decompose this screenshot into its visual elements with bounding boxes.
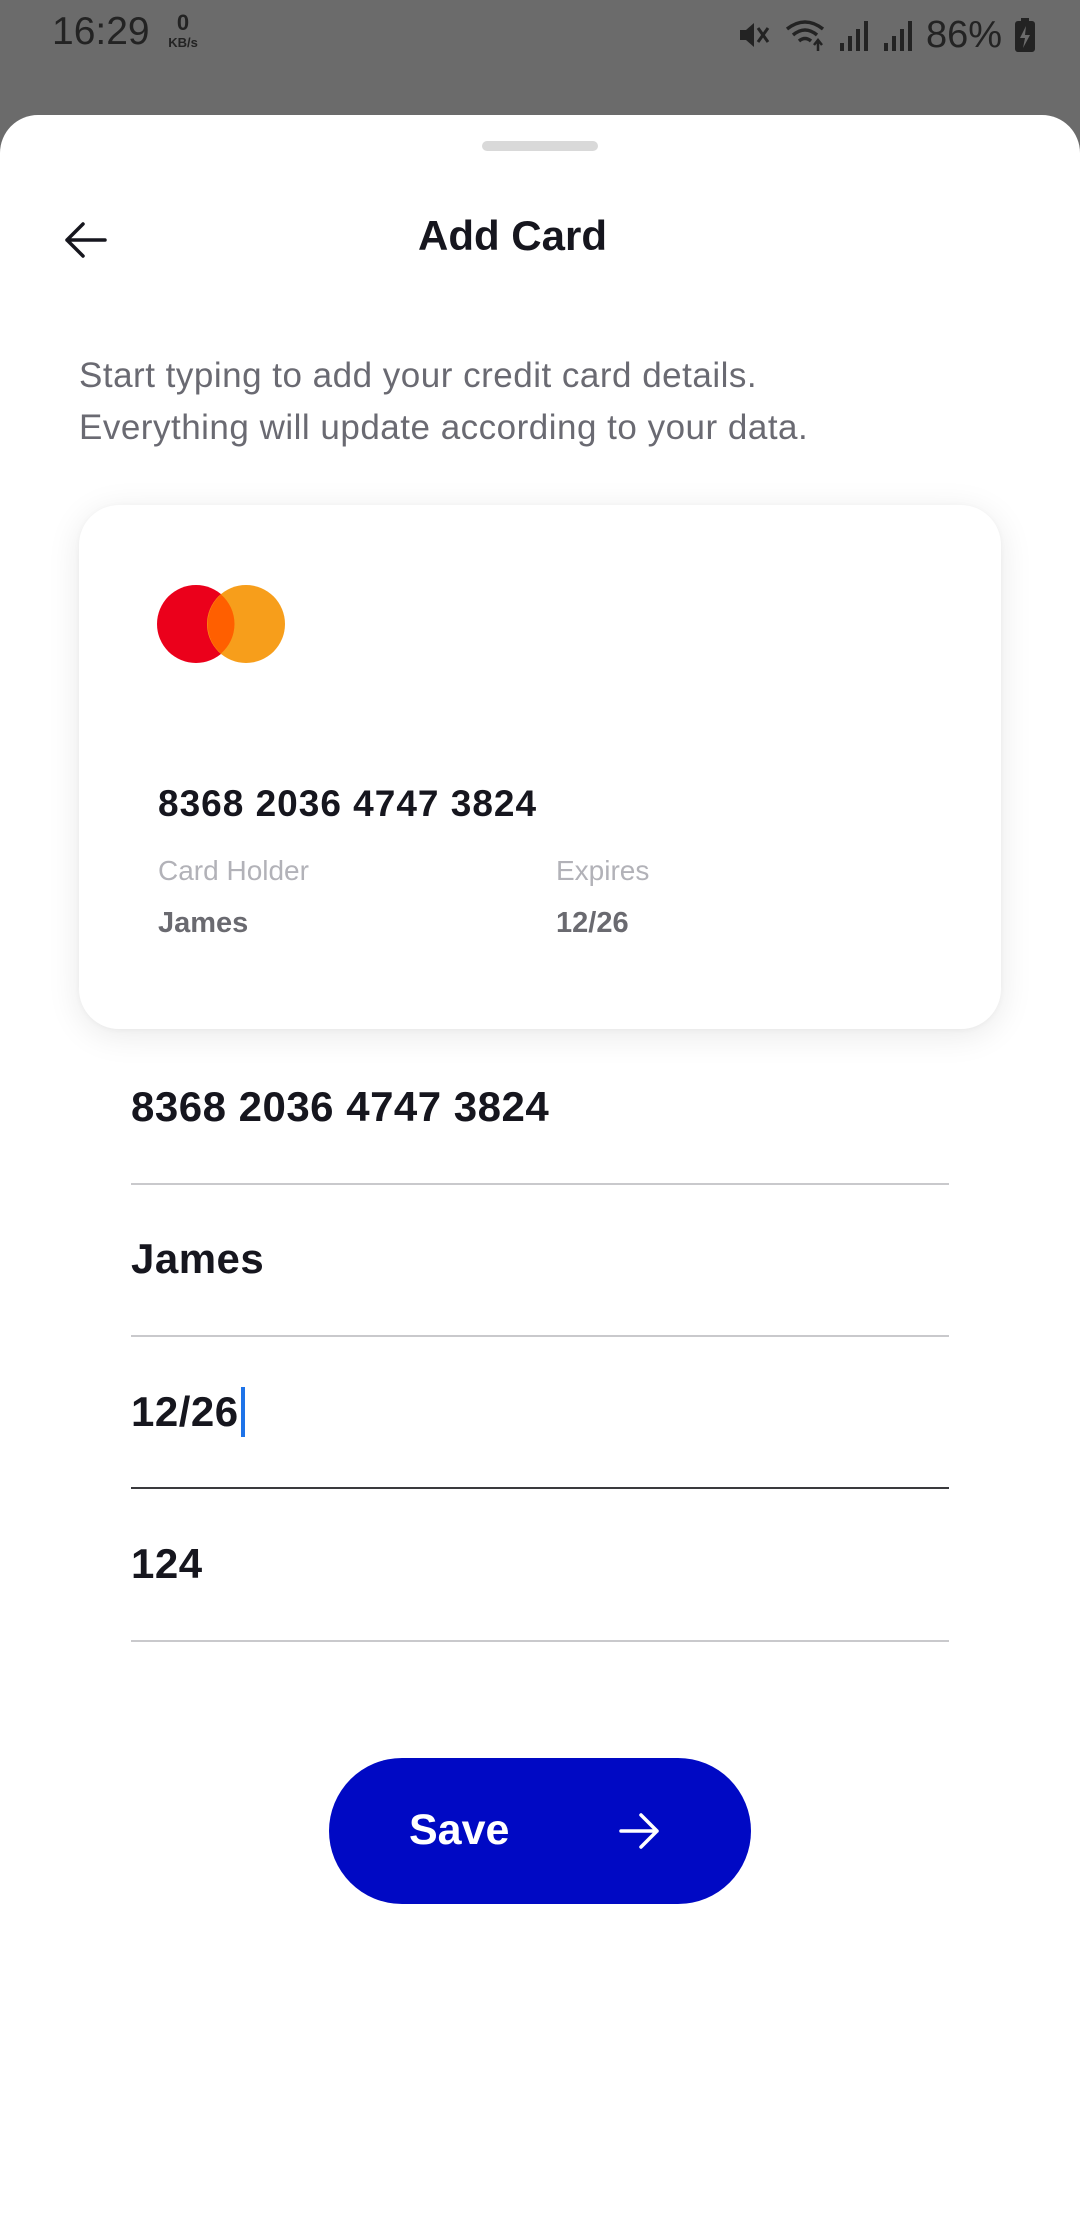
battery-percent: 86%	[925, 13, 1002, 56]
text-cursor	[240, 1387, 245, 1437]
instructions-text: Start typing to add your credit card det…	[79, 350, 1039, 454]
status-icons: 86%	[736, 10, 1036, 60]
cvv-field[interactable]: 124	[131, 1532, 949, 1642]
save-button-label: Save	[409, 1806, 510, 1854]
network-speed: 0 KB/s	[163, 10, 203, 50]
status-time: 16:29	[52, 10, 150, 53]
card-holder-label: Card Holder	[158, 855, 309, 886]
signal-icon	[882, 17, 914, 53]
status-bar: 16:29 0 KB/s 86%	[0, 0, 1080, 115]
instructions-line-2: Everything will update according to your…	[79, 408, 809, 447]
card-holder-field[interactable]: James	[131, 1227, 949, 1337]
expiry-field[interactable]: 12/26	[131, 1379, 949, 1489]
card-preview: 8368 2036 4747 3824 Card Holder James Ex…	[79, 505, 1001, 1029]
expiry-input[interactable]: 12/26	[131, 1388, 239, 1436]
card-holder-input[interactable]: James	[131, 1235, 264, 1283]
expiry-input-wrap[interactable]: 12/26	[131, 1387, 245, 1437]
cvv-input[interactable]: 124	[131, 1540, 203, 1588]
network-speed-unit: KB/s	[168, 35, 198, 50]
add-card-sheet: Add Card Start typing to add your credit…	[0, 115, 1080, 2220]
card-number-field[interactable]: 8368 2036 4747 3824	[131, 1075, 949, 1185]
card-holder-value: James	[158, 907, 249, 939]
wifi-icon	[784, 17, 826, 53]
arrow-right-icon	[619, 1813, 659, 1849]
signal-icon	[838, 17, 870, 53]
network-speed-value: 0	[176, 10, 190, 35]
battery-charging-icon	[1014, 17, 1036, 53]
page-title: Add Card	[418, 212, 607, 259]
expires-value: 12/26	[556, 907, 629, 939]
card-preview-number: 8368 2036 4747 3824	[158, 783, 538, 824]
instructions-line-1: Start typing to add your credit card det…	[79, 356, 758, 395]
mastercard-logo	[157, 585, 285, 663]
mute-icon	[736, 17, 772, 53]
card-number-input[interactable]: 8368 2036 4747 3824	[131, 1083, 549, 1131]
expires-label: Expires	[556, 855, 650, 886]
drag-handle[interactable]	[482, 141, 598, 151]
save-button[interactable]: Save	[329, 1758, 751, 1904]
